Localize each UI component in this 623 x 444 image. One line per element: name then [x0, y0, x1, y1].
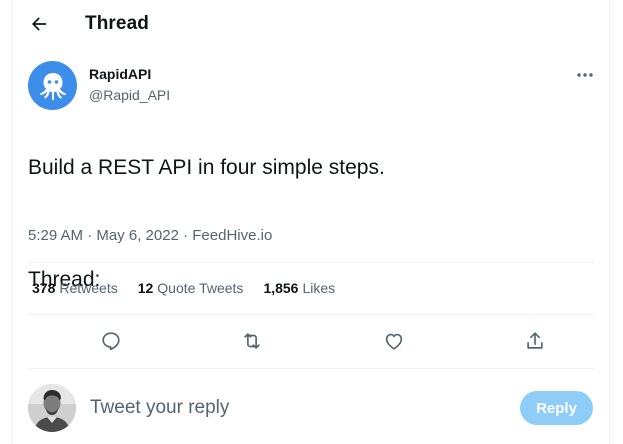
like-button[interactable]	[379, 326, 409, 356]
tweet-text-line: Build a REST API in four simple steps.	[28, 156, 385, 179]
rapidapi-octopus-icon	[39, 72, 66, 100]
divider	[28, 314, 594, 315]
tweet-source[interactable]: FeedHive.io	[192, 227, 272, 244]
retweets-stat[interactable]: 378 Retweets	[32, 280, 118, 300]
back-button[interactable]	[27, 12, 51, 36]
reply-bubble-icon	[102, 332, 120, 351]
likes-stat[interactable]: 1,856 Likes	[263, 280, 335, 300]
user-avatar[interactable]	[28, 384, 76, 432]
quote-tweets-count: 12	[137, 280, 154, 296]
retweet-button[interactable]	[237, 326, 267, 356]
thread-header: Thread	[12, 0, 609, 48]
author-name[interactable]: RapidAPI	[89, 66, 151, 82]
retweet-icon	[244, 333, 260, 349]
reply-submit-button[interactable]: Reply	[520, 391, 593, 425]
reply-button[interactable]	[96, 326, 126, 356]
arrow-left-icon	[32, 17, 47, 31]
user-photo-icon	[28, 384, 76, 432]
likes-label: Likes	[302, 280, 336, 296]
tweet-meta: 5:29 AM · May 6, 2022 · FeedHive.io	[28, 227, 272, 244]
tweet-actions	[28, 326, 594, 356]
more-options-button[interactable]	[573, 66, 597, 84]
quote-tweets-stat[interactable]: 12 Quote Tweets	[138, 280, 244, 300]
meta-separator: ·	[178, 227, 193, 244]
tweet-timestamp[interactable]: 5:29 AM · May 6, 2022	[28, 227, 179, 244]
page-title: Thread	[85, 13, 149, 34]
author-handle[interactable]: @Rapid_API	[89, 87, 170, 103]
retweets-count: 378	[32, 280, 56, 296]
heart-icon	[385, 333, 403, 350]
share-button[interactable]	[520, 326, 550, 356]
likes-count: 1,856	[263, 280, 299, 296]
more-horizontal-icon	[577, 73, 593, 77]
retweets-label: Retweets	[59, 280, 118, 296]
divider	[28, 368, 594, 369]
reply-input[interactable]	[90, 394, 500, 422]
quote-tweets-label: Quote Tweets	[157, 280, 244, 296]
share-icon	[527, 332, 543, 349]
author-avatar[interactable]	[28, 61, 77, 110]
thread-panel: Thread RapidAPI @Rapid_API Build a REST …	[11, 0, 610, 444]
tweet-stats: 378 Retweets 12 Quote Tweets 1,856 Likes	[32, 280, 335, 300]
divider	[28, 262, 594, 263]
